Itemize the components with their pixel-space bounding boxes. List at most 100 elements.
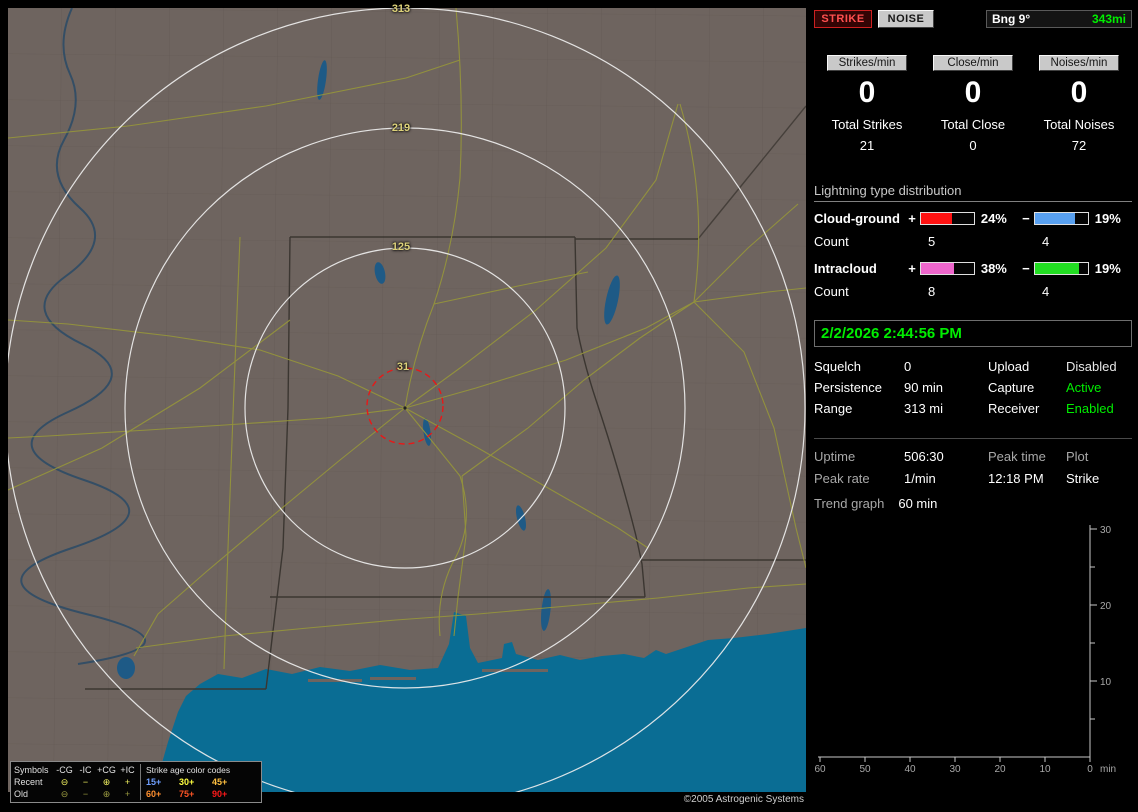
pos-cg-recent-icon: ⊕ [102, 777, 111, 787]
total-close-value: 0 [969, 138, 977, 153]
uptime-value: 506:30 [904, 449, 944, 464]
neg-cg-old-icon: ⊖ [60, 789, 69, 799]
station-marker [403, 406, 407, 410]
bearing-range: 343mi [1091, 12, 1126, 26]
range-label: Range [814, 401, 853, 416]
peak-time-label: Peak time [988, 449, 1046, 464]
trend-y-20: 20 [1100, 601, 1112, 612]
copyright-text: ©2005 Astrogenic Systems [683, 794, 804, 805]
intracloud-plus-bar [919, 261, 975, 275]
map-legend: Symbols -CG -IC +CG +IC Strike age color… [10, 761, 262, 803]
pos-ic-old-icon: + [124, 789, 131, 799]
intracloud-plus-fill [920, 262, 954, 274]
close-counter-column: Close/min 0 Total Close 0 [920, 54, 1026, 153]
plus-sign: + [908, 260, 916, 276]
legend-header-row: Symbols -CG -IC +CG +IC Strike age color… [14, 764, 258, 776]
clock-box: 2/2/2026 2:44:56 PM [814, 320, 1132, 347]
strikes-counter-column: Strikes/min 0 Total Strikes 21 [814, 54, 920, 153]
strike-mode-button[interactable]: STRIKE [814, 10, 872, 28]
range-label-125: 125 [391, 241, 411, 253]
persistence-value: 90 min [904, 380, 944, 395]
trend-y-30: 30 [1100, 525, 1112, 536]
plot-value: Strike [1066, 471, 1100, 486]
stats-grid: Uptime 506:30 Peak time Plot Peak rate 1… [814, 438, 1132, 486]
receiver-label: Receiver [988, 401, 1040, 416]
legend-old-row: Old ⊖ − ⊕ + 60+ 75+ 90+ [14, 788, 258, 800]
intracloud-count-row: Count 8 4 [814, 280, 1132, 302]
capture-label: Capture [988, 380, 1035, 395]
trend-x-30: 30 [949, 764, 961, 775]
peak-time-value: 12:18 PM [988, 471, 1044, 486]
cloud-ground-minus-count: 4 [1042, 233, 1050, 249]
legend-age-title: Strike age color codes [146, 765, 231, 775]
cloud-ground-minus-pct: 19% [1094, 210, 1121, 226]
pos-ic-recent-icon: + [124, 777, 131, 787]
capture-status: Active [1066, 380, 1102, 395]
legend-symbols-title: Symbols [14, 765, 49, 775]
pos-cg-old-icon: ⊕ [102, 789, 111, 799]
noise-mode-button[interactable]: NOISE [878, 10, 934, 28]
age-45: 45+ [212, 777, 228, 787]
status-panel: STRIKE NOISE Bng 9° 343mi Strikes/min 0 … [814, 10, 1132, 778]
application-window: 313 219 125 31 Symbols -CG -IC +CG +IC S… [0, 0, 1138, 812]
total-close-label: Total Close [940, 117, 1006, 132]
age-15: 15+ [146, 777, 162, 787]
legend-old-label: Old [14, 789, 29, 799]
trend-y-10: 10 [1100, 677, 1112, 688]
legend-recent-label: Recent [14, 777, 43, 787]
cloud-ground-label: Cloud-ground [814, 210, 900, 226]
trend-x-60: 60 [814, 764, 826, 775]
legend-recent-row: Recent ⊖ − ⊕ + 15+ 30+ 45+ [14, 776, 258, 788]
intracloud-minus-fill [1034, 262, 1080, 274]
noises-per-min-button[interactable]: Noises/min [1039, 55, 1119, 71]
rate-counters: Strikes/min 0 Total Strikes 21 Close/min… [814, 54, 1132, 153]
total-noises-label: Total Noises [1043, 117, 1115, 132]
uptime-label: Uptime [814, 449, 856, 464]
age-30: 30+ [179, 777, 195, 787]
upload-status: Disabled [1066, 359, 1117, 374]
total-strikes-value: 21 [859, 138, 875, 153]
intracloud-minus-bar [1033, 261, 1089, 275]
trend-graph-window: 60 min [898, 496, 938, 511]
total-strikes-label: Total Strikes [831, 117, 903, 132]
strikes-per-min-button[interactable]: Strikes/min [827, 55, 907, 71]
lightning-distribution-section: Lightning type distribution Cloud-ground… [814, 183, 1132, 302]
distribution-title: Lightning type distribution [814, 183, 1132, 202]
peak-rate-label: Peak rate [814, 471, 870, 486]
map-canvas[interactable]: 313 219 125 31 Symbols -CG -IC +CG +IC S… [8, 3, 806, 805]
intracloud-minus-pct: 19% [1094, 260, 1121, 276]
trend-graph: 30 20 10 60 50 40 30 20 10 0 min [814, 525, 1116, 775]
cloud-ground-plus-bar [919, 211, 975, 225]
legend-col-pos-ic: +IC [120, 765, 135, 775]
bearing-label: Bng 9° [992, 12, 1031, 26]
squelch-value: 0 [904, 359, 912, 374]
count-label: Count [814, 283, 849, 299]
intracloud-label: Intracloud [814, 260, 877, 276]
close-per-min-value: 0 [964, 76, 982, 109]
cloud-ground-plus-count: 5 [928, 233, 936, 249]
cloud-ground-plus-fill [920, 212, 952, 224]
trend-x-50: 50 [859, 764, 871, 775]
range-label-313: 313 [391, 3, 411, 15]
bearing-readout: Bng 9° 343mi [986, 10, 1132, 28]
squelch-label: Squelch [814, 359, 861, 374]
noises-per-min-value: 0 [1070, 76, 1088, 109]
neg-ic-old-icon: − [82, 789, 89, 799]
upload-label: Upload [988, 359, 1030, 374]
trend-x-0: 0 [1087, 764, 1093, 775]
age-75: 75+ [179, 789, 195, 799]
legend-col-neg-cg: -CG [56, 765, 73, 775]
cloud-ground-minus-bar [1033, 211, 1089, 225]
peak-rate-value: 1/min [904, 471, 936, 486]
neg-cg-recent-icon: ⊖ [60, 777, 69, 787]
minus-sign: − [1022, 260, 1030, 276]
range-value: 313 mi [904, 401, 944, 416]
range-label-31: 31 [396, 361, 410, 373]
cloud-ground-minus-fill [1034, 212, 1076, 224]
persistence-label: Persistence [814, 380, 882, 395]
total-noises-value: 72 [1071, 138, 1087, 153]
close-per-min-button[interactable]: Close/min [933, 55, 1013, 71]
trend-x-40: 40 [904, 764, 916, 775]
receiver-status: Enabled [1066, 401, 1114, 416]
trend-graph-label: Trend graph [814, 496, 885, 511]
